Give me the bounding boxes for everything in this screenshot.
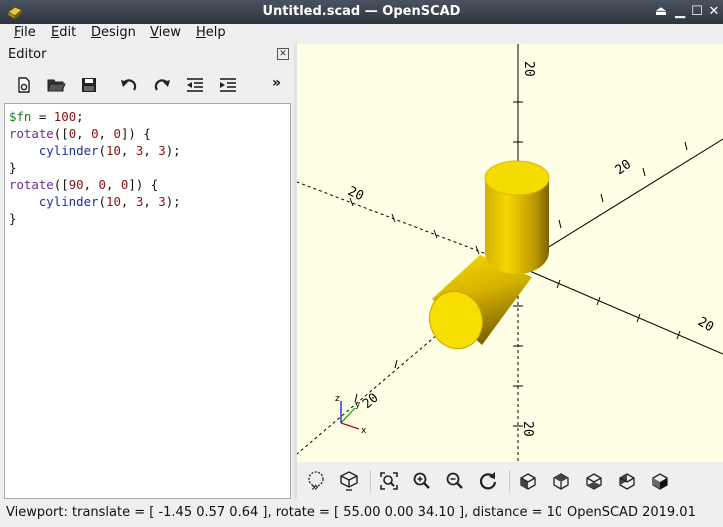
- more-tools-button[interactable]: »: [272, 75, 281, 91]
- save-icon: [82, 78, 96, 92]
- undo-icon: [121, 79, 137, 91]
- menu-design[interactable]: Design: [91, 25, 136, 40]
- open-file-button[interactable]: [43, 72, 69, 98]
- axis-label-x-positive: 20: [695, 314, 716, 335]
- view-front-icon: [652, 473, 668, 490]
- reset-view-button[interactable]: [475, 468, 501, 494]
- redo-button[interactable]: [149, 72, 175, 98]
- code-line-5: rotate([90, 0, 0]) {: [9, 177, 159, 192]
- reset-view-icon: [479, 472, 497, 490]
- title-bar: Untitled.scad — OpenSCAD ⏏ ▁ ☐ ✕: [0, 0, 723, 24]
- preview-button[interactable]: »: [303, 468, 329, 494]
- unindent-icon: [187, 78, 203, 92]
- x-axis-negative: [297, 181, 519, 267]
- editor-title: Editor: [8, 47, 47, 62]
- open-file-icon: [47, 79, 66, 92]
- view-left-button[interactable]: [614, 468, 640, 494]
- window-title: Untitled.scad — OpenSCAD: [262, 4, 461, 19]
- code-line-4: }: [9, 160, 17, 175]
- code-line-7: }: [9, 211, 17, 226]
- view-bottom-icon: [586, 473, 602, 490]
- code-editor[interactable]: $fn = 100; rotate([0, 0, 0]) { cylinder(1…: [4, 103, 291, 499]
- mini-axis-x: x: [361, 426, 367, 436]
- view-all-icon: [380, 472, 398, 490]
- preview-icon: »: [308, 471, 324, 492]
- view-right-icon: [520, 473, 536, 490]
- editor-panel: Editor ✕ » $fn = 100; rotate([0, 0, 0]) …: [0, 44, 294, 500]
- view-top-icon: [553, 473, 569, 490]
- vertical-cylinder: [484, 160, 550, 274]
- new-file-icon: [18, 77, 30, 93]
- svg-text:»: »: [311, 480, 319, 492]
- menu-bar: File Edit Design View Help: [0, 24, 723, 44]
- axis-label-y-negative: 20: [360, 391, 382, 413]
- shade-button[interactable]: ⏏: [651, 2, 671, 22]
- viewport-status: Viewport: translate = [ -1.45 0.57 0.64 …: [6, 505, 561, 520]
- view-right-button[interactable]: [515, 468, 541, 494]
- save-button[interactable]: [76, 72, 102, 98]
- code-line-2: rotate([0, 0, 0]) {: [9, 126, 151, 141]
- unindent-button[interactable]: [182, 72, 208, 98]
- view-front-button[interactable]: [647, 468, 673, 494]
- view-top-button[interactable]: [548, 468, 574, 494]
- view-left-icon: [619, 473, 635, 490]
- zoom-out-icon: [446, 472, 463, 489]
- axis-label-z-bottom: 20: [520, 421, 535, 437]
- close-editor-button[interactable]: ✕: [277, 48, 289, 60]
- menu-view[interactable]: View: [150, 25, 181, 40]
- mini-axis-y: y: [355, 400, 361, 410]
- render-icon: [340, 471, 358, 491]
- view-bottom-button[interactable]: [581, 468, 607, 494]
- x-axis-positive: [517, 265, 723, 355]
- view-toolbar: »: [297, 462, 723, 500]
- indent-button[interactable]: [215, 72, 241, 98]
- zoom-out-button[interactable]: [442, 468, 468, 494]
- indent-icon: [220, 78, 236, 92]
- render-button[interactable]: [336, 468, 362, 494]
- menu-file[interactable]: File: [14, 25, 36, 40]
- axis-label-z-top: 20: [521, 61, 536, 77]
- toolbar-separator-2: [509, 470, 510, 492]
- mini-axis-z: z: [335, 394, 340, 404]
- code-line-3: cylinder(10, 3, 3);: [38, 143, 181, 158]
- toolbar-separator: [370, 470, 371, 492]
- new-file-button[interactable]: [11, 72, 37, 98]
- undo-button[interactable]: [116, 72, 142, 98]
- version-label: OpenSCAD 2019.01: [567, 505, 696, 520]
- scene-canvas: 20 20 20 20 20 20 x y z: [297, 44, 723, 462]
- axis-label-y-positive: 20: [613, 157, 634, 178]
- status-bar: Viewport: translate = [ -1.45 0.57 0.64 …: [0, 500, 723, 527]
- 3d-viewport[interactable]: 20 20 20 20 20 20 x y z: [297, 44, 723, 462]
- redo-icon: [154, 79, 170, 91]
- zoom-in-icon: [413, 472, 430, 489]
- menu-help[interactable]: Help: [196, 25, 226, 40]
- view-all-button[interactable]: [376, 468, 402, 494]
- zoom-in-button[interactable]: [409, 468, 435, 494]
- code-line-6: cylinder(10, 3, 3);: [38, 194, 181, 209]
- code-line-1: $fn = 100;: [9, 109, 84, 124]
- menu-edit[interactable]: Edit: [51, 25, 76, 40]
- close-window-button[interactable]: ✕: [704, 2, 723, 22]
